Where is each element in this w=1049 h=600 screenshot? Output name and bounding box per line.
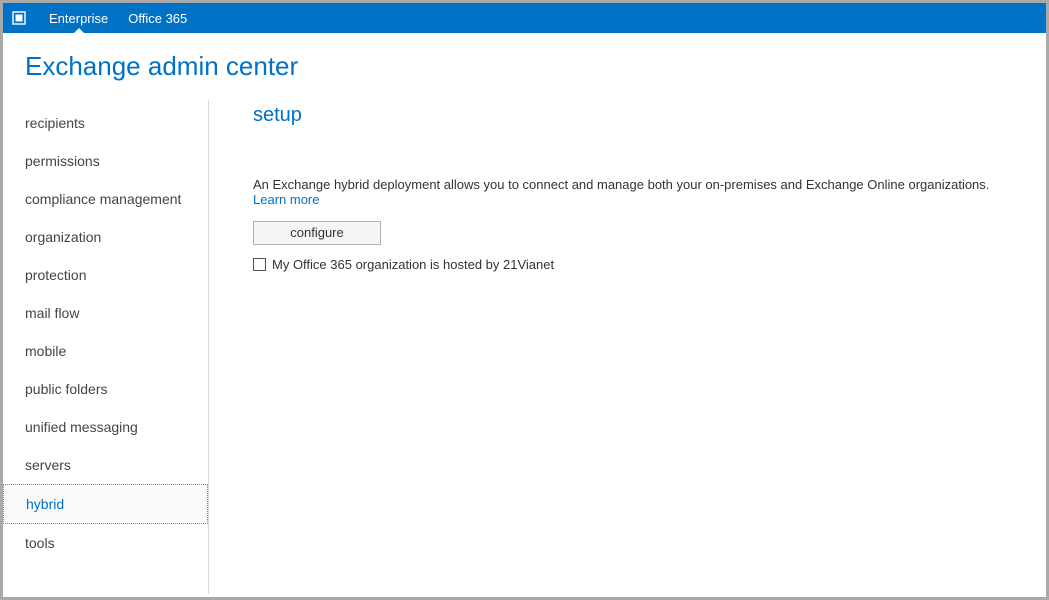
configure-button[interactable]: configure xyxy=(253,221,381,245)
sidebar-item-mobile[interactable]: mobile xyxy=(3,332,208,370)
sidebar-item-unified-messaging[interactable]: unified messaging xyxy=(3,408,208,446)
top-tab-enterprise[interactable]: Enterprise xyxy=(39,3,118,33)
hybrid-description: An Exchange hybrid deployment allows you… xyxy=(253,177,1022,207)
vianet-checkbox[interactable] xyxy=(253,258,266,271)
sidebar-item-servers[interactable]: servers xyxy=(3,446,208,484)
sidebar-item-tools[interactable]: tools xyxy=(3,524,208,562)
description-text: An Exchange hybrid deployment allows you… xyxy=(253,177,989,192)
sidebar-item-permissions[interactable]: permissions xyxy=(3,142,208,180)
tab-label: Enterprise xyxy=(49,11,108,26)
main-content: setup An Exchange hybrid deployment allo… xyxy=(209,100,1046,594)
vianet-checkbox-row: My Office 365 organization is hosted by … xyxy=(253,257,1022,272)
sidebar-item-hybrid[interactable]: hybrid xyxy=(3,484,208,524)
learn-more-link[interactable]: Learn more xyxy=(253,192,319,207)
sidebar-item-compliance-management[interactable]: compliance management xyxy=(3,180,208,218)
section-heading: setup xyxy=(253,104,1022,127)
sidebar: recipients permissions compliance manage… xyxy=(3,100,208,594)
sidebar-item-recipients[interactable]: recipients xyxy=(3,104,208,142)
top-bar: Enterprise Office 365 xyxy=(3,3,1046,33)
sidebar-item-public-folders[interactable]: public folders xyxy=(3,370,208,408)
top-tabs: Enterprise Office 365 xyxy=(39,3,197,33)
tab-label: Office 365 xyxy=(128,11,187,26)
sidebar-item-mail-flow[interactable]: mail flow xyxy=(3,294,208,332)
office-logo-icon xyxy=(11,10,27,26)
sidebar-item-protection[interactable]: protection xyxy=(3,256,208,294)
top-tab-office365[interactable]: Office 365 xyxy=(118,3,197,33)
sidebar-item-organization[interactable]: organization xyxy=(3,218,208,256)
page-title: Exchange admin center xyxy=(3,33,1046,100)
vianet-checkbox-label: My Office 365 organization is hosted by … xyxy=(272,257,554,272)
